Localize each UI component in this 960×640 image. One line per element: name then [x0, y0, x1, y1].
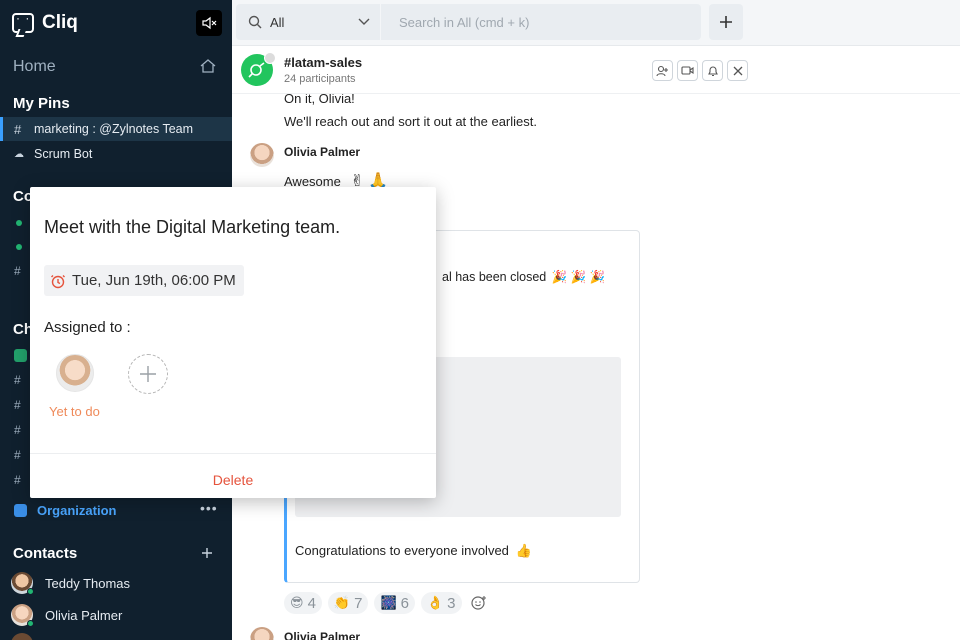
plus-icon	[140, 366, 156, 382]
contact-partial[interactable]	[11, 632, 231, 640]
task-title: Meet with the Digital Marketing team.	[44, 217, 341, 237]
notifications-button[interactable]	[702, 60, 723, 81]
contact-name: Olivia Palmer	[45, 607, 123, 623]
hash-icon: #	[14, 473, 21, 487]
sidebar-item-marketing[interactable]: # marketing : @Zylnotes Team	[0, 117, 232, 141]
hash-icon: #	[14, 264, 21, 278]
app-name: Cliq	[42, 12, 78, 33]
hash-icon: #	[14, 398, 21, 412]
brand[interactable]: Cliq	[12, 8, 78, 38]
sidebar-item-organization[interactable]: Organization •••	[14, 500, 224, 520]
close-button[interactable]	[727, 60, 748, 81]
contact-name: Teddy Thomas	[45, 575, 131, 591]
channel-header: #latam-sales 24 participants	[232, 46, 960, 94]
sidebar-home[interactable]: Home	[13, 58, 56, 76]
avatar	[11, 604, 34, 627]
message-author[interactable]: Olivia Palmer	[284, 630, 360, 640]
status-dot-icon	[16, 244, 22, 250]
thumbs-up-icon: 👍	[515, 543, 532, 558]
cliq-logo-icon	[12, 11, 34, 33]
reaction-chip[interactable]: 👌 3	[420, 592, 462, 614]
reaction-chip[interactable]: 👏 7	[327, 592, 369, 614]
reaction-chip[interactable]: 🎆 6	[374, 592, 415, 614]
avatar[interactable]	[250, 143, 274, 167]
pins-heading: My Pins	[13, 95, 70, 112]
more-icon[interactable]: •••	[200, 500, 218, 516]
search-icon	[248, 15, 262, 29]
organization-label: Organization	[37, 502, 117, 518]
contacts-heading: Contacts	[13, 545, 78, 562]
video-icon	[681, 66, 694, 75]
search-scope-value: All	[270, 14, 285, 30]
search-input[interactable]	[381, 4, 701, 40]
due-date-chip[interactable]: Tue, Jun 19th, 06:00 PM	[44, 265, 244, 296]
bot-icon: ☁	[14, 148, 24, 160]
add-emoji-icon	[470, 596, 486, 610]
avatar[interactable]	[250, 627, 274, 640]
ok-hand-icon: 👌	[426, 595, 444, 610]
sidebar-item-scrum-bot[interactable]: ☁ Scrum Bot	[0, 142, 232, 166]
add-user-icon	[656, 65, 668, 76]
reaction-count: 6	[400, 594, 409, 612]
reaction-count: 3	[447, 594, 456, 612]
new-chat-button[interactable]	[709, 4, 743, 40]
assigned-label: Assigned to :	[44, 319, 131, 336]
task-status: Yet to do	[49, 404, 100, 419]
fireworks-icon: 🎆	[380, 595, 397, 610]
plus-icon	[720, 16, 732, 28]
message-text: We'll reach out and sort it out at the e…	[284, 114, 537, 129]
hash-icon: #	[14, 373, 21, 387]
card-text: al has been closed 🎉 🎉 🎉	[442, 270, 605, 285]
participant-count[interactable]: 24 participants	[284, 73, 356, 85]
bell-icon	[707, 66, 718, 76]
task-popup: Meet with the Digital Marketing team. Tu…	[30, 187, 436, 498]
sidebar-item-label: Scrum Bot	[34, 147, 93, 161]
channel-name[interactable]: #latam-sales	[284, 55, 362, 70]
online-status-icon	[27, 588, 34, 595]
card-text-body: al has been closed	[442, 270, 547, 284]
avatar	[11, 633, 33, 640]
speaker-mute-icon	[202, 16, 217, 30]
lock-icon	[264, 52, 276, 64]
reaction-chip[interactable]: 😎 4	[284, 592, 322, 614]
team-icon	[14, 349, 27, 362]
close-icon	[733, 66, 742, 75]
reaction-count: 7	[354, 594, 363, 612]
divider	[30, 453, 436, 454]
message-author[interactable]: Olivia Palmer	[284, 145, 360, 159]
hash-icon: #	[14, 121, 22, 137]
card-footer-text: Congratulations to everyone involved	[295, 543, 509, 558]
reaction-bar: 😎 4 👏 7 🎆 6 👌 3	[284, 592, 490, 614]
channel-icon	[248, 62, 265, 78]
hash-icon: #	[14, 423, 21, 437]
top-search-bar: All	[232, 0, 960, 46]
sidebar-item-label: marketing : @Zylnotes Team	[34, 122, 194, 136]
add-assignee-button[interactable]	[128, 354, 168, 394]
due-date-text: Tue, Jun 19th, 06:00 PM	[72, 272, 236, 289]
online-status-icon	[27, 620, 34, 627]
mute-button[interactable]	[196, 10, 222, 36]
delete-button[interactable]: Delete	[30, 472, 436, 488]
search-scope-select[interactable]: All	[236, 4, 380, 40]
status-dot-icon	[16, 220, 22, 226]
home-icon[interactable]	[199, 58, 217, 74]
sunglasses-icon: 😎	[290, 595, 304, 610]
chevron-down-icon	[358, 18, 370, 25]
card-footer: Congratulations to everyone involved 👍	[295, 543, 532, 559]
avatar	[11, 572, 34, 595]
contact-teddy-thomas[interactable]: Teddy Thomas	[11, 571, 231, 595]
hash-icon: #	[14, 448, 21, 462]
add-reaction-button[interactable]	[468, 592, 490, 614]
clap-icon: 👏	[333, 595, 351, 610]
organization-icon	[14, 503, 27, 517]
party-popper-icon: 🎉 🎉 🎉	[551, 270, 606, 284]
alarm-clock-icon	[51, 274, 65, 288]
add-participant-button[interactable]	[652, 60, 673, 81]
add-contact-icon[interactable]	[201, 547, 213, 559]
video-call-button[interactable]	[677, 60, 698, 81]
reaction-count: 4	[307, 594, 316, 612]
contact-olivia-palmer[interactable]: Olivia Palmer	[11, 603, 231, 627]
message-text: On it, Olivia!	[284, 94, 355, 106]
assignee-avatar[interactable]	[56, 354, 94, 392]
